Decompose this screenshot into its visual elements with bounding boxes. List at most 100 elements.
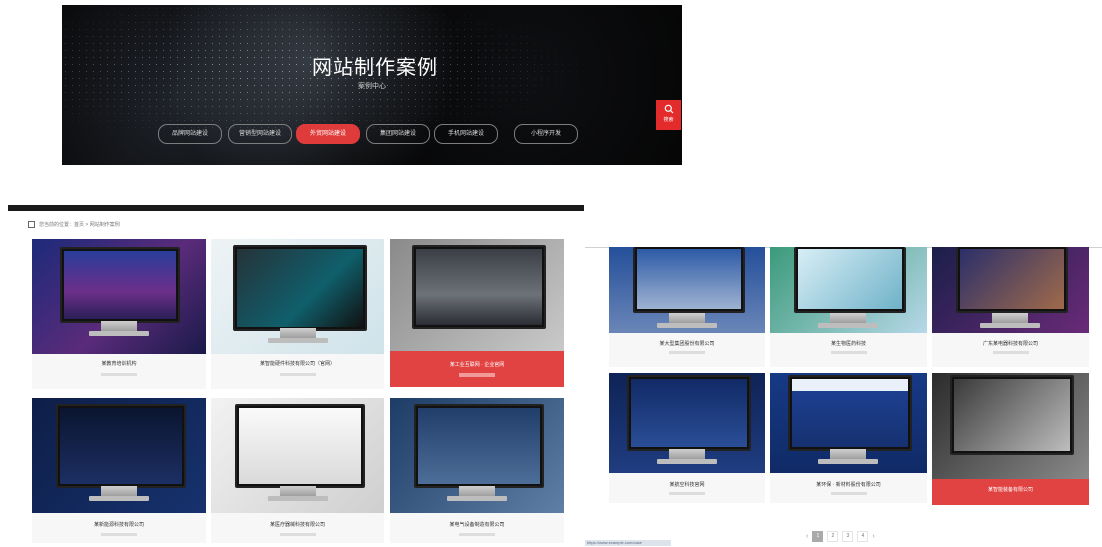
case-thumbnail[interactable] <box>609 247 765 333</box>
floating-search-button[interactable]: 搜索 <box>656 100 681 130</box>
monitor-frame <box>56 404 186 488</box>
page-3[interactable]: 3 <box>842 531 854 542</box>
monitor-stand <box>280 328 316 338</box>
monitor-stand <box>280 486 316 496</box>
monitor-stand <box>669 449 705 459</box>
case-card[interactable]: 某智能硬件科技有限公司（官网） <box>211 239 384 389</box>
case-card-highlighted[interactable]: 某智能装备有限公司 <box>932 373 1089 505</box>
monitor-frame <box>788 375 912 451</box>
case-thumbnail[interactable] <box>390 239 564 351</box>
monitor-frame <box>414 404 544 488</box>
monitor-base <box>447 496 507 501</box>
monitor-base <box>657 323 717 328</box>
filter-tab-3-active[interactable]: 外贸网站建设 <box>296 124 360 144</box>
hover-overlay[interactable]: 某智能装备有限公司 <box>932 479 1089 505</box>
monitor-frame <box>412 245 546 329</box>
case-title[interactable]: 某环保 · 新材料股份有限公司 <box>770 481 927 488</box>
monitor-base <box>818 459 878 464</box>
monitor-base <box>268 496 328 501</box>
case-card-highlighted[interactable]: 某工业互联网 · 企业官网 <box>390 239 564 387</box>
hero-banner: 网站制作案例 案例中心 品牌网站建设 营销型网站建设 外贸网站建设 集团网站建设… <box>62 5 682 165</box>
monitor-stand <box>669 313 705 323</box>
filter-tab-2[interactable]: 营销型网站建设 <box>228 124 292 144</box>
case-subtitle <box>669 492 705 495</box>
case-subtitle <box>830 492 867 495</box>
case-subtitle <box>830 351 867 354</box>
case-title[interactable]: 某教育培训机构 <box>32 360 206 367</box>
monitor-stand <box>101 486 137 496</box>
monitor-stand <box>992 313 1028 323</box>
case-thumbnail[interactable] <box>211 398 384 513</box>
case-thumbnail[interactable] <box>932 373 1089 479</box>
case-title[interactable]: 某工业互联网 · 企业官网 <box>390 361 564 368</box>
case-thumbnail[interactable] <box>390 398 564 513</box>
case-title[interactable]: 某智能装备有限公司 <box>932 486 1089 493</box>
pagination: ‹ 1 2 3 4 › <box>806 531 875 542</box>
monitor-frame <box>235 404 365 488</box>
page-subtitle: 案例中心 <box>358 83 386 90</box>
case-thumbnail[interactable] <box>932 247 1089 333</box>
home-icon[interactable] <box>28 220 35 228</box>
monitor-base <box>89 331 149 336</box>
case-thumbnail[interactable] <box>32 398 206 513</box>
case-subtitle <box>459 533 495 536</box>
next-page-button[interactable]: › <box>872 533 874 540</box>
case-card[interactable]: 某环保 · 新材料股份有限公司 <box>770 373 927 503</box>
case-subtitle <box>279 533 316 536</box>
filter-tab-4[interactable]: 集团网站建设 <box>366 124 430 144</box>
search-label: 搜索 <box>663 117 674 123</box>
case-title[interactable]: 某电气设备制造有限公司 <box>390 521 564 528</box>
monitor-stand <box>459 486 495 496</box>
filter-tab-1[interactable]: 品牌网站建设 <box>158 124 222 144</box>
case-thumbnail[interactable] <box>32 239 206 354</box>
monitor-stand <box>830 313 866 323</box>
page-title: 网站制作案例 <box>312 57 438 79</box>
case-subtitle <box>101 373 137 376</box>
monitor-base <box>268 338 328 343</box>
case-title[interactable]: 广东某电器科技有限公司 <box>932 340 1089 347</box>
breadcrumb-text[interactable]: 您当前的位置：首页 > 网站制作案例 <box>39 221 120 228</box>
case-card[interactable]: 某生物医药科技 <box>770 247 927 367</box>
monitor-frame <box>627 375 751 451</box>
prev-page-button[interactable]: ‹ <box>806 533 808 540</box>
case-title[interactable]: 某大型集团股份有限公司 <box>609 340 765 347</box>
monitor-base <box>89 496 149 501</box>
monitor-frame <box>950 375 1074 455</box>
case-card[interactable]: 某教育培训机构 <box>32 239 206 389</box>
case-thumbnail[interactable] <box>770 373 927 473</box>
case-subtitle <box>669 351 705 354</box>
page-4[interactable]: 4 <box>857 531 869 542</box>
case-grid-page-1: 您当前的位置：首页 > 网站制作案例 某教育培训机构 某智能硬件科技有限公司（官… <box>8 205 584 547</box>
monitor-frame <box>956 247 1068 313</box>
monitor-frame <box>60 247 180 323</box>
search-icon <box>664 104 673 114</box>
filter-tab-5[interactable]: 手机网站建设 <box>434 124 498 144</box>
case-card[interactable]: 广东某电器科技有限公司 <box>932 247 1089 367</box>
view-details-link[interactable] <box>459 373 495 377</box>
status-url: https://www.example.com/case <box>585 540 671 546</box>
case-title[interactable]: 某航空科技官网 <box>609 481 765 488</box>
page-1[interactable]: 1 <box>812 531 824 542</box>
case-title[interactable]: 某生物医药科技 <box>770 340 927 347</box>
breadcrumb: 您当前的位置：首页 > 网站制作案例 <box>28 219 120 229</box>
case-thumbnail[interactable] <box>770 247 927 333</box>
case-title[interactable]: 某智能硬件科技有限公司（官网） <box>211 360 384 367</box>
hover-overlay[interactable]: 某工业互联网 · 企业官网 <box>390 351 564 387</box>
monitor-base <box>980 323 1040 328</box>
case-thumbnail[interactable] <box>211 239 384 354</box>
case-title[interactable]: 某医疗器械科技有限公司 <box>211 521 384 528</box>
case-card[interactable]: 某电气设备制造有限公司 <box>390 398 564 543</box>
case-card[interactable]: 某大型集团股份有限公司 <box>609 247 765 367</box>
filter-tab-6[interactable]: 小程序开发 <box>514 124 578 144</box>
monitor-frame <box>794 247 906 313</box>
case-card[interactable]: 某医疗器械科技有限公司 <box>211 398 384 543</box>
case-thumbnail[interactable] <box>609 373 765 473</box>
monitor-stand <box>101 321 137 331</box>
case-card[interactable]: 某航空科技官网 <box>609 373 765 503</box>
case-title[interactable]: 某新能源科技有限公司 <box>32 521 206 528</box>
case-card[interactable]: 某新能源科技有限公司 <box>32 398 206 543</box>
page-2[interactable]: 2 <box>827 531 839 542</box>
monitor-base <box>818 323 878 328</box>
case-subtitle <box>101 533 137 536</box>
case-grid-page-2: 某大型集团股份有限公司 某生物医药科技 广东某电器科技有限公司 某航空科技官网 … <box>585 247 1102 547</box>
